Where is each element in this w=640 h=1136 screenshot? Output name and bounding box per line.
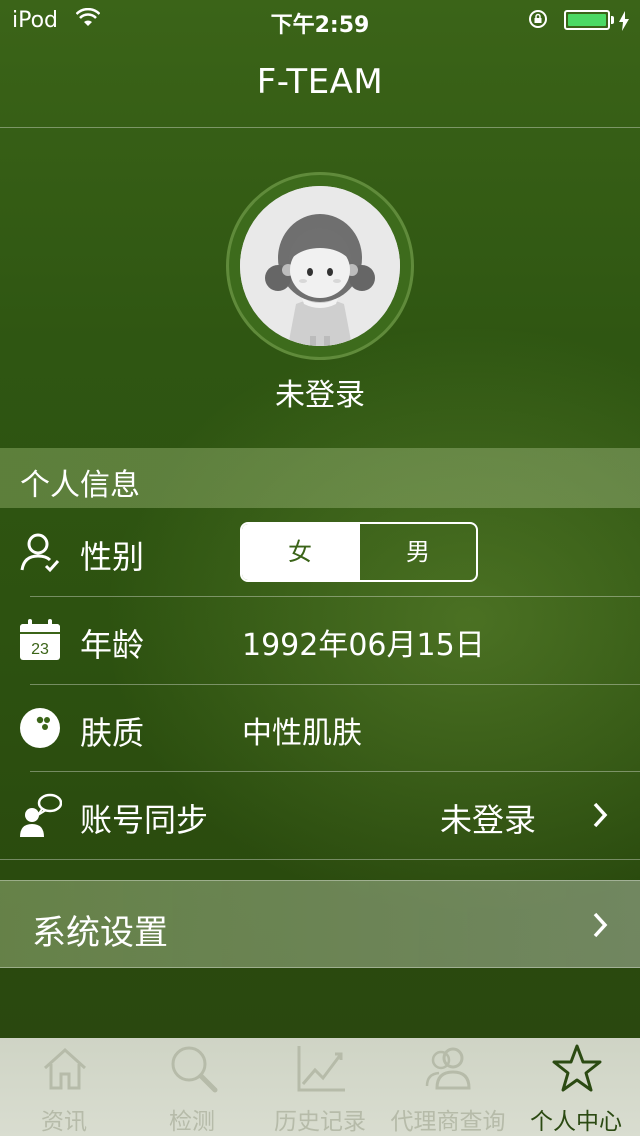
tab-label: 个人中心 — [530, 1109, 622, 1135]
girl-avatar-icon — [240, 186, 400, 346]
tab-news[interactable]: 资讯 — [0, 1038, 128, 1136]
magnifier-icon — [171, 1046, 218, 1093]
age-value[interactable]: 1992年06月15日 — [242, 620, 485, 664]
tab-label: 检测 — [169, 1109, 215, 1135]
users-icon — [425, 1047, 471, 1090]
account-sync-value: 未登录 — [439, 801, 536, 839]
chat-user-icon — [20, 793, 62, 837]
line-chart-icon — [297, 1046, 345, 1092]
status-bar: iPod 下午2:59 — [0, 0, 640, 40]
battery-icon — [564, 10, 610, 30]
tab-personal-center[interactable]: 个人中心 — [512, 1038, 640, 1136]
divider — [0, 127, 640, 128]
calendar-day: 23 — [31, 641, 49, 658]
gender-segmented-control[interactable]: 女 男 — [240, 522, 478, 582]
home-icon — [43, 1047, 87, 1090]
charging-bolt-icon — [619, 11, 629, 31]
chevron-right-icon — [593, 802, 608, 828]
tab-bar: 资讯 检测 历史记录 代理商查询 个人中心 — [0, 1038, 640, 1136]
tab-detect[interactable]: 检测 — [128, 1038, 256, 1136]
account-sync-row[interactable]: 账号同步 未登录 — [0, 771, 640, 859]
divider — [0, 859, 640, 860]
tab-agent-search[interactable]: 代理商查询 — [384, 1038, 512, 1136]
rotation-lock-icon — [529, 10, 547, 28]
bowling-ball-icon — [20, 708, 60, 748]
gender-option-female[interactable]: 女 — [242, 524, 358, 580]
avatar[interactable] — [240, 186, 400, 346]
gender-label: 性别 — [80, 538, 145, 576]
page-title: F-TEAM — [256, 62, 384, 102]
section-title: 个人信息 — [20, 468, 140, 503]
skin-label: 肤质 — [80, 714, 145, 752]
login-status-label[interactable]: 未登录 — [0, 370, 640, 414]
age-label: 年龄 — [80, 626, 145, 664]
system-settings-label: 系统设置 — [32, 913, 168, 953]
system-settings-row[interactable]: 系统设置 — [0, 880, 640, 968]
tab-label: 历史记录 — [274, 1109, 366, 1135]
calendar-icon: 23 — [20, 619, 60, 660]
chevron-right-icon — [593, 912, 608, 938]
age-row[interactable]: 23 年龄 1992年06月15日 — [0, 596, 640, 684]
skin-value[interactable]: 中性肌肤 — [242, 708, 362, 752]
gender-option-male[interactable]: 男 — [358, 524, 476, 580]
person-check-icon — [20, 533, 60, 573]
star-icon — [552, 1044, 602, 1092]
section-header-personal-info: 个人信息 — [0, 448, 640, 508]
account-sync-label: 账号同步 — [80, 801, 209, 839]
skin-row[interactable]: 肤质 中性肌肤 — [0, 684, 640, 772]
tab-label: 资讯 — [41, 1109, 87, 1135]
tab-history[interactable]: 历史记录 — [256, 1038, 384, 1136]
tab-label: 代理商查询 — [390, 1109, 506, 1135]
